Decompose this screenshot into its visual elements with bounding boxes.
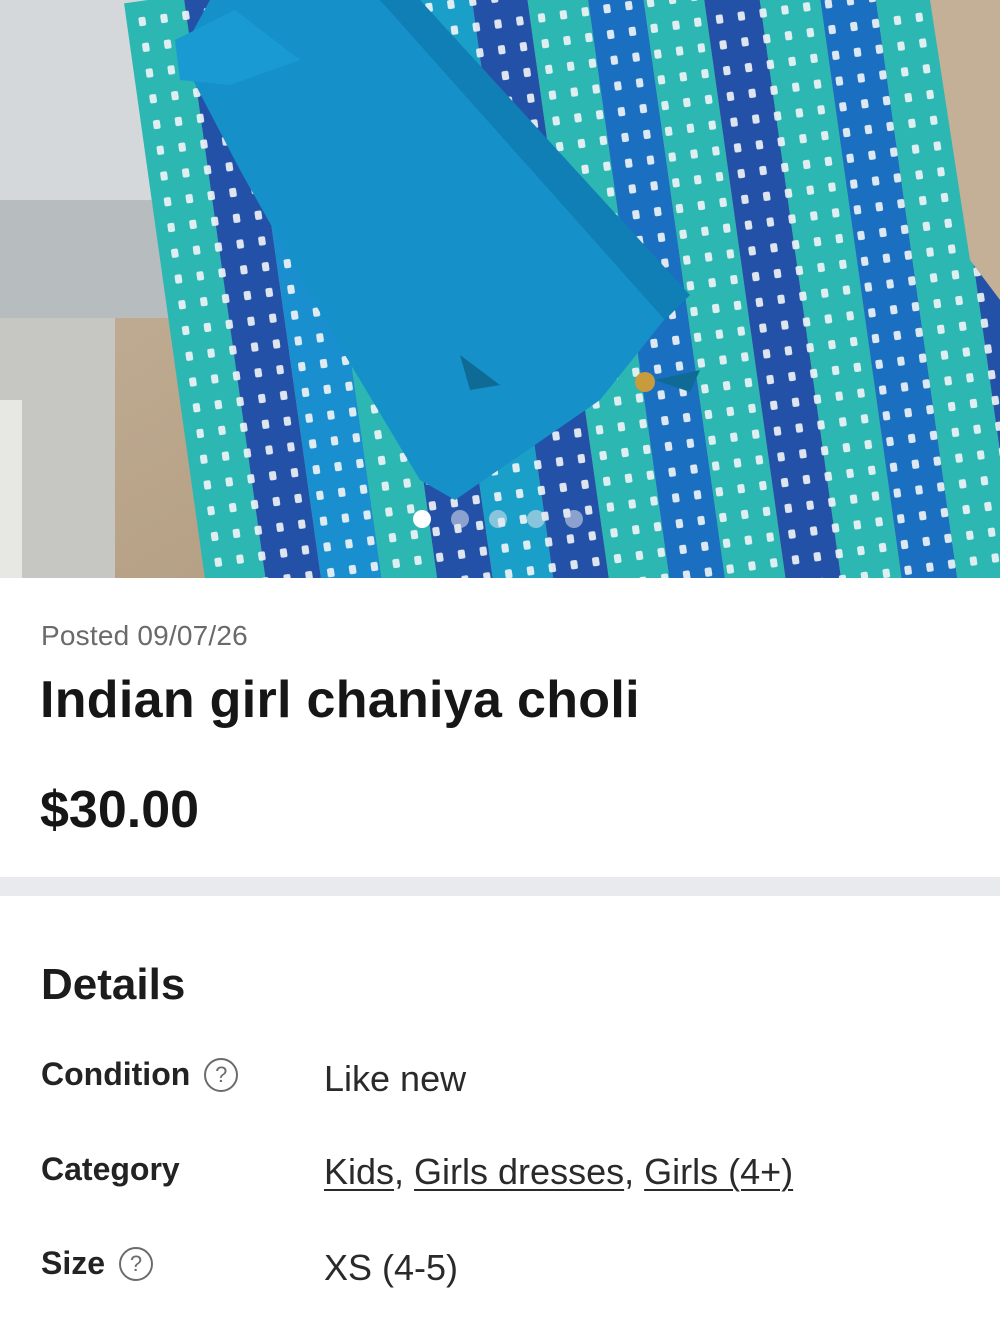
category-link-girls-4plus[interactable]: Girls (4+): [644, 1151, 793, 1192]
condition-value: Like new: [324, 1058, 467, 1099]
size-label: Size: [41, 1245, 106, 1281]
category-label-group: Category: [41, 1151, 180, 1188]
carousel-dot-4[interactable]: [527, 510, 545, 528]
details-heading: Details: [41, 960, 186, 1009]
carousel-dot-3[interactable]: [489, 510, 507, 528]
size-value: XS (4-5): [324, 1247, 459, 1288]
product-photo-illustration: [0, 0, 1000, 578]
category-separator: ,: [394, 1151, 415, 1192]
condition-help-icon[interactable]: ?: [204, 1057, 239, 1092]
category-separator: ,: [624, 1151, 645, 1192]
carousel-dot-5[interactable]: [565, 510, 583, 528]
condition-label: Condition: [41, 1056, 191, 1092]
product-photo[interactable]: [0, 0, 1000, 578]
condition-row: Condition ? Like new: [41, 1056, 961, 1106]
carousel-dot-2[interactable]: [451, 510, 469, 528]
category-value: Kids, Girls dresses, Girls (4+): [324, 1151, 793, 1193]
listing-price: $30.00: [40, 781, 200, 839]
posted-date: Posted 09/07/26: [41, 620, 248, 651]
size-row: Size ? XS (4-5): [41, 1245, 961, 1295]
size-help-icon[interactable]: ?: [119, 1246, 154, 1281]
category-label: Category: [41, 1151, 180, 1187]
condition-label-group: Condition ?: [41, 1056, 239, 1093]
section-divider: [0, 877, 1000, 896]
category-link-girls-dresses[interactable]: Girls dresses: [414, 1151, 624, 1192]
category-row: Category Kids, Girls dresses, Girls (4+): [41, 1151, 961, 1201]
size-label-group: Size ?: [41, 1245, 154, 1282]
listing-title: Indian girl chaniya choli: [40, 671, 640, 729]
carousel-dot-1[interactable]: [413, 510, 431, 528]
category-link-kids[interactable]: Kids: [324, 1151, 394, 1192]
carousel-indicator: [403, 502, 593, 536]
